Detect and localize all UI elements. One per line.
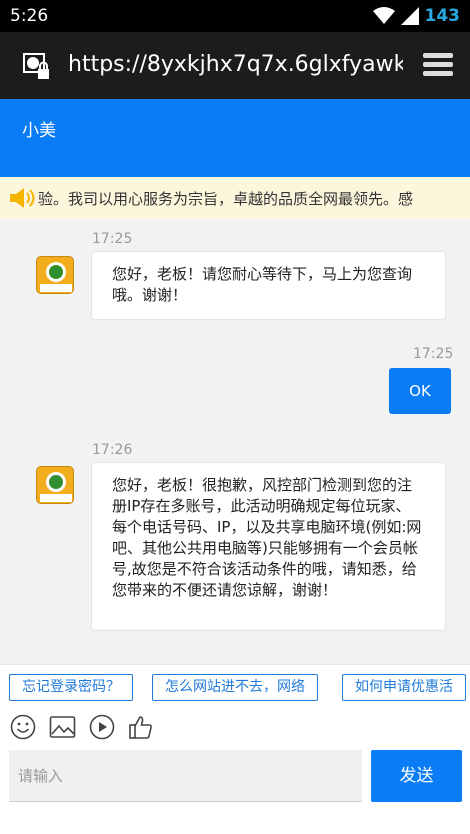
url-text[interactable]: https://8yxkjhx7q7x.6glxfyawke	[68, 52, 403, 77]
agent-message-bubble: 您好，老板！请您耐心等待下，马上为您查询哦。谢谢！	[91, 251, 446, 320]
wifi-icon	[372, 7, 395, 24]
status-time: 5:26	[10, 6, 49, 26]
battery-level: 143	[424, 6, 461, 26]
status-icons: 143	[372, 4, 461, 28]
quick-reply-button[interactable]: 怎么网站进不去，网络	[152, 674, 318, 701]
chat-header: 小美	[0, 99, 470, 177]
menu-icon[interactable]	[422, 50, 454, 80]
brand-logo-icon	[40, 472, 72, 502]
agent-avatar	[36, 256, 74, 294]
image-icon[interactable]	[49, 714, 76, 740]
message-time: 17:25	[92, 231, 133, 247]
signal-icon	[400, 7, 419, 25]
video-icon[interactable]	[89, 714, 115, 740]
agent-message-bubble: 您好，老板！很抱歉，风控部门检测到您的注册IP存在多账号，此活动明确规定每位玩家…	[91, 462, 446, 631]
speaker-icon	[10, 188, 35, 208]
send-button[interactable]: 发送	[371, 750, 462, 802]
quick-reply-button[interactable]: 如何申请优惠活	[342, 674, 466, 701]
thumbs-up-icon[interactable]	[128, 714, 154, 740]
composer: 请输入 发送	[0, 746, 470, 834]
message-time: 17:26	[92, 442, 133, 458]
notice-banner: 验。我司以用心服务为宗旨，卓越的品质全网最领先。感	[0, 177, 470, 219]
agent-name: 小美	[22, 121, 56, 141]
notice-text: 验。我司以用心服务为宗旨，卓越的品质全网最领先。感	[38, 190, 414, 208]
quick-reply-bar: 忘记登录密码？ 怎么网站进不去，网络 如何申请优惠活	[0, 664, 470, 706]
quick-reply-button[interactable]: 忘记登录密码？	[9, 674, 133, 701]
site-security-icon[interactable]	[22, 52, 52, 82]
brand-logo-icon	[40, 262, 72, 292]
message-time: 17:25	[413, 346, 454, 362]
agent-avatar	[36, 466, 74, 504]
chat-messages: 17:25 您好，老板！请您耐心等待下，马上为您查询哦。谢谢！ 17:25 OK…	[0, 219, 470, 664]
browser-url-bar: https://8yxkjhx7q7x.6glxfyawke	[0, 32, 470, 99]
composer-toolbar	[0, 706, 470, 746]
status-bar: 5:26 143	[0, 0, 470, 32]
user-message-bubble: OK	[389, 368, 451, 414]
message-input[interactable]: 请输入	[9, 750, 362, 802]
emoji-icon[interactable]	[10, 714, 36, 740]
